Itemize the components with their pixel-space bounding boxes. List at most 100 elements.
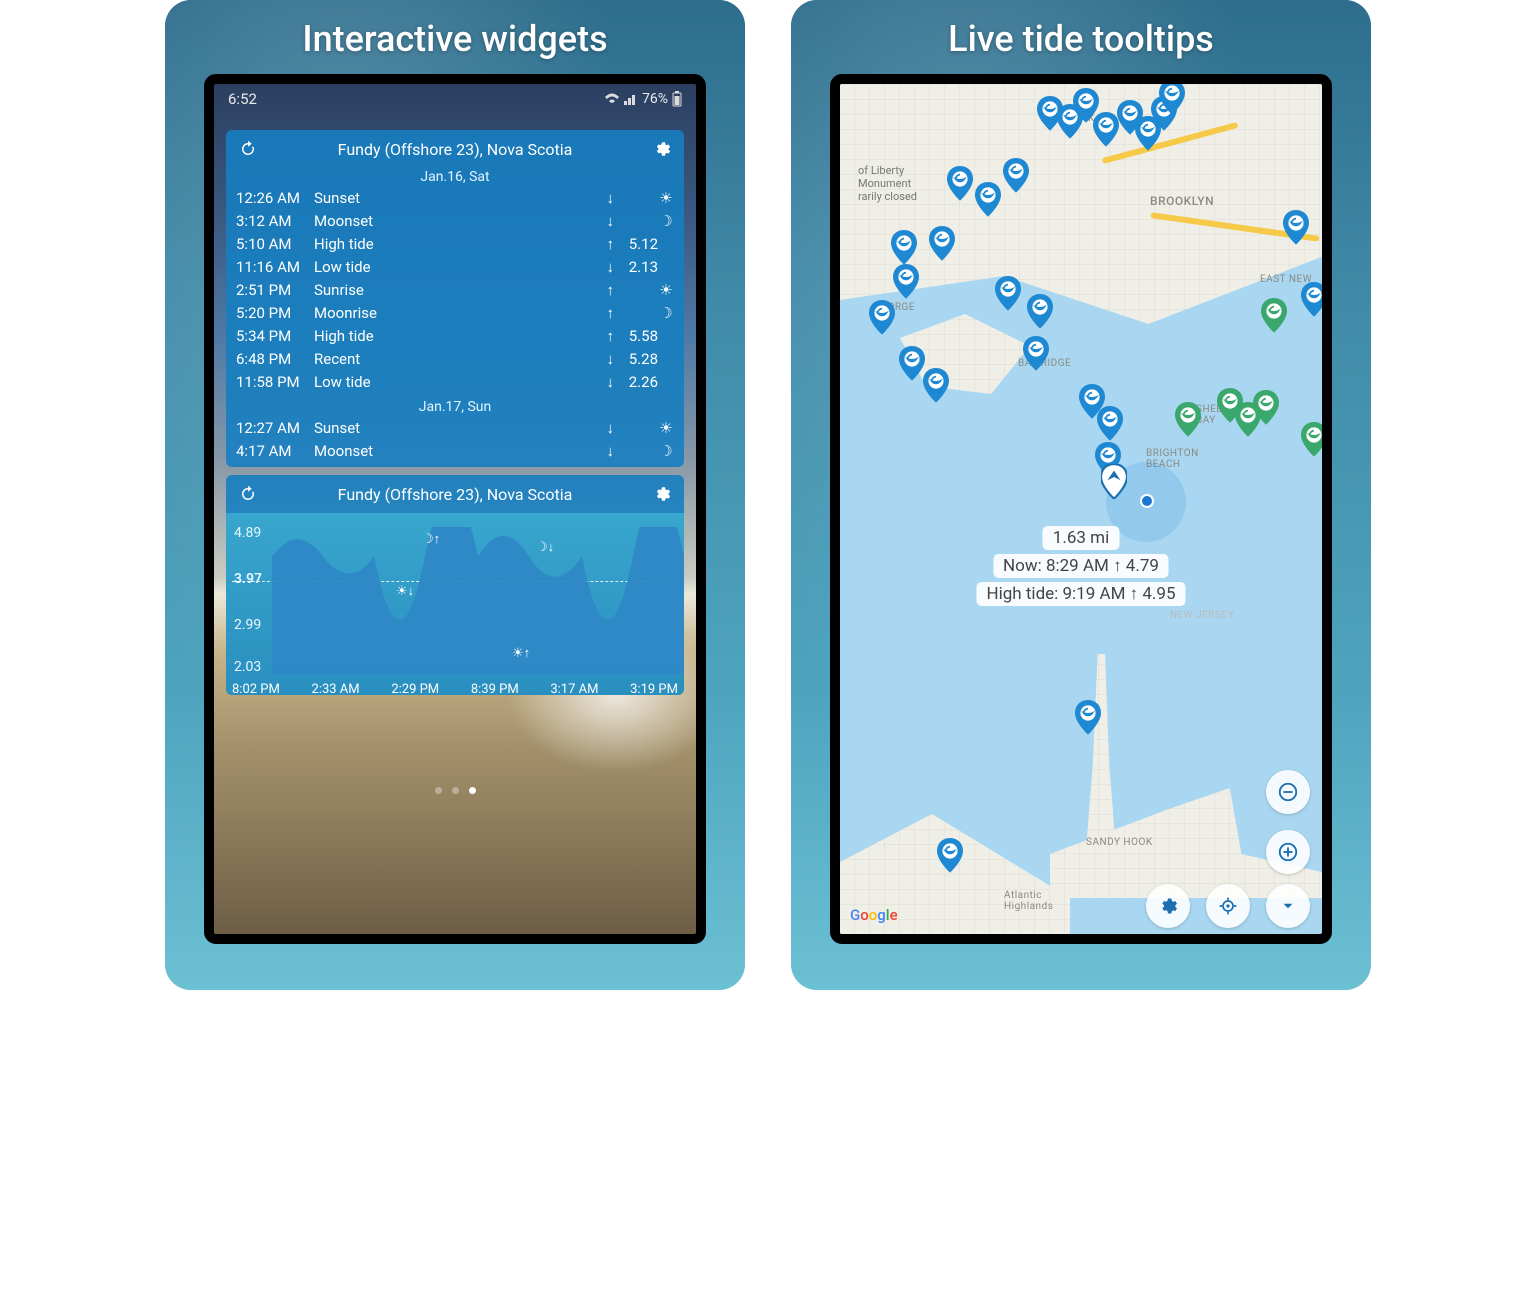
sunset-icon: ☀↓	[396, 583, 414, 599]
row-event: Low tide	[314, 371, 607, 394]
tide-row[interactable]: 12:27 AMSunset↓☀	[236, 417, 674, 440]
map-label: Atlantic Highlands	[1004, 890, 1053, 912]
tide-marker-green[interactable]	[1175, 402, 1201, 436]
status-bar: 6:52 76%	[214, 84, 696, 110]
tide-row[interactable]: 6:48 PMRecent↓5.28	[236, 348, 674, 371]
date-header: Jan.17, Sun	[226, 398, 684, 417]
moon-icon: ☽	[658, 440, 674, 463]
row-time: 12:26 AM	[236, 187, 314, 210]
tide-marker-blue[interactable]	[893, 264, 919, 298]
sun-icon: ☀	[658, 187, 674, 210]
tide-list-widget[interactable]: Fundy (Offshore 23), Nova Scotia Jan.16,…	[226, 130, 684, 467]
map-view[interactable]: New York BROOKLYN EAST NEW BAY RIDGE SHE…	[840, 84, 1322, 934]
row-time: 6:48 PM	[236, 348, 314, 371]
pager-dot[interactable]	[469, 787, 476, 794]
row-time: 2:51 PM	[236, 279, 314, 302]
tide-chart-widget[interactable]: Fundy (Offshore 23), Nova Scotia 4.89 3.…	[226, 475, 684, 695]
panel-title: Live tide tooltips	[803, 18, 1359, 60]
pager-dot[interactable]	[435, 787, 442, 794]
arrow-icon: ↓	[607, 348, 615, 371]
map-label: SANDY HOOK	[1086, 837, 1153, 848]
panel-title: Interactive widgets	[177, 18, 733, 60]
row-event: Recent	[314, 348, 607, 371]
moon-icon: ☽	[658, 302, 674, 325]
row-value: 2.26	[614, 371, 658, 394]
tide-row[interactable]: 2:51 PMSunrise↑☀	[236, 279, 674, 302]
tide-marker-blue[interactable]	[975, 182, 1001, 216]
row-value: 5.28	[614, 348, 658, 371]
tide-tooltip[interactable]: 1.63 mi Now: 8:29 AM ↑ 4.79 High tide: 9…	[976, 524, 1185, 608]
tide-row[interactable]: 5:34 PMHigh tide↑5.58	[236, 325, 674, 348]
widget-location: Fundy (Offshore 23), Nova Scotia	[260, 140, 650, 159]
settings-button[interactable]	[1146, 884, 1190, 928]
tide-row[interactable]: 4:17 AMMoonset↓☽	[236, 440, 674, 463]
clock: 6:52	[228, 90, 257, 108]
tide-marker-blue[interactable]	[891, 230, 917, 264]
row-time: 12:27 AM	[236, 417, 314, 440]
panel-live-tide-tooltips: Live tide tooltips New York BROOKLYN EAS…	[791, 0, 1371, 990]
x-tick: 8:02 PM	[232, 682, 280, 695]
row-event: Sunrise	[314, 279, 607, 302]
page-indicator[interactable]	[214, 787, 696, 794]
battery-percent: 76%	[642, 91, 668, 107]
tide-marker-blue[interactable]	[869, 300, 895, 334]
tide-marker-blue[interactable]	[923, 368, 949, 402]
row-event: High tide	[314, 233, 607, 256]
x-tick: 3:19 PM	[630, 682, 678, 695]
tooltip-distance: 1.63 mi	[1043, 526, 1119, 550]
row-event: Moonrise	[314, 302, 607, 325]
tide-row[interactable]: 5:20 PMMoonrise↑☽	[236, 302, 674, 325]
tide-row[interactable]: 3:12 AMMoonset↓☽	[236, 210, 674, 233]
x-tick: 2:33 AM	[312, 682, 360, 695]
zoom-in-button[interactable]	[1266, 830, 1310, 874]
tide-marker-blue[interactable]	[1301, 282, 1322, 316]
tooltip-next: High tide: 9:19 AM ↑ 4.95	[976, 582, 1185, 606]
tide-marker-blue[interactable]	[937, 838, 963, 872]
tide-marker-blue[interactable]	[1283, 210, 1309, 244]
gear-icon[interactable]	[650, 137, 674, 161]
tide-marker-green[interactable]	[1261, 298, 1287, 332]
sun-icon: ☀	[658, 279, 674, 302]
tide-marker-selected[interactable]	[1101, 464, 1127, 498]
tide-marker-blue[interactable]	[929, 226, 955, 260]
arrow-icon: ↓	[607, 187, 615, 210]
row-value: 5.12	[614, 233, 658, 256]
gear-icon[interactable]	[650, 482, 674, 506]
sun-icon: ☀	[658, 417, 674, 440]
tide-marker-blue[interactable]	[1159, 84, 1185, 114]
locate-button[interactable]	[1206, 884, 1250, 928]
refresh-icon[interactable]	[236, 137, 260, 161]
tide-marker-blue[interactable]	[1003, 158, 1029, 192]
tide-marker-blue[interactable]	[947, 166, 973, 200]
row-event: Moonset	[314, 210, 607, 233]
tide-marker-blue[interactable]	[899, 346, 925, 380]
x-axis: 8:02 PM 2:33 AM 2:29 PM 8:39 PM 3:17 AM …	[226, 682, 684, 695]
tide-row[interactable]: 5:10 AMHigh tide↑5.12	[236, 233, 674, 256]
tide-row[interactable]: 11:16 AMLow tide↓2.13	[236, 256, 674, 279]
dropdown-button[interactable]	[1266, 884, 1310, 928]
tide-marker-blue[interactable]	[1075, 700, 1101, 734]
row-time: 3:12 AM	[236, 210, 314, 233]
row-time: 11:58 PM	[236, 371, 314, 394]
tide-marker-blue[interactable]	[995, 276, 1021, 310]
tide-row[interactable]: 11:58 PMLow tide↓2.26	[236, 371, 674, 394]
zoom-out-button[interactable]	[1266, 770, 1310, 814]
y-current: 3.97	[234, 571, 262, 587]
battery-icon	[672, 91, 682, 107]
moonrise-icon: ☽↑	[422, 531, 440, 547]
refresh-icon[interactable]	[236, 482, 260, 506]
arrow-icon: ↓	[607, 256, 615, 279]
pager-dot[interactable]	[452, 787, 459, 794]
map-poi: of Liberty Monument rarily closed	[858, 164, 917, 203]
arrow-icon: ↓	[607, 210, 615, 233]
phone-frame-right: New York BROOKLYN EAST NEW BAY RIDGE SHE…	[830, 74, 1332, 944]
signal-icon	[624, 93, 638, 105]
tide-marker-green[interactable]	[1301, 422, 1322, 456]
tide-marker-blue[interactable]	[1093, 112, 1119, 146]
tide-row[interactable]: 12:26 AMSunset↓☀	[236, 187, 674, 210]
tide-marker-blue[interactable]	[1027, 294, 1053, 328]
tide-marker-blue[interactable]	[1023, 336, 1049, 370]
google-logo: Google	[850, 906, 898, 924]
tide-marker-blue[interactable]	[1097, 406, 1123, 440]
tide-marker-green[interactable]	[1253, 390, 1279, 424]
